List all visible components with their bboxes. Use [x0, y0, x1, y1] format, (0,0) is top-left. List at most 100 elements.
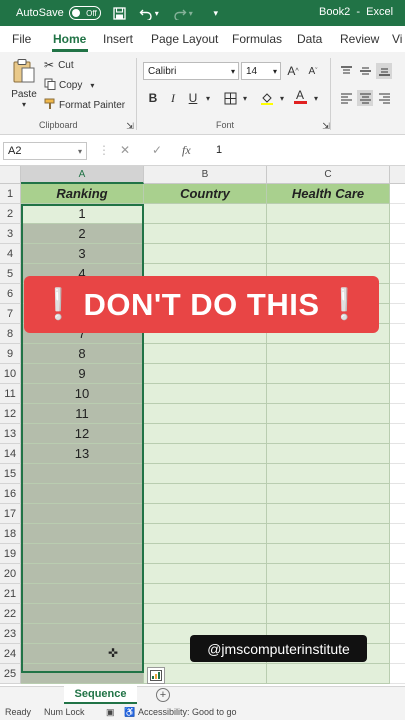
- header-cell[interactable]: Health Care: [267, 184, 390, 204]
- ranking-cell[interactable]: [21, 484, 144, 504]
- health-care-cell[interactable]: [267, 524, 390, 544]
- health-care-cell[interactable]: [267, 504, 390, 524]
- row-header[interactable]: 10: [0, 364, 21, 384]
- empty-cell[interactable]: [390, 644, 405, 664]
- column-header-b[interactable]: B: [144, 166, 267, 184]
- tab-home[interactable]: Home: [53, 32, 86, 46]
- health-care-cell[interactable]: [267, 584, 390, 604]
- add-sheet-button[interactable]: +: [156, 688, 170, 702]
- ranking-cell[interactable]: 1: [21, 204, 144, 224]
- row-header[interactable]: 18: [0, 524, 21, 544]
- column-header-c[interactable]: C: [267, 166, 390, 184]
- row-header[interactable]: 16: [0, 484, 21, 504]
- country-cell[interactable]: [144, 584, 267, 604]
- empty-cell[interactable]: [390, 444, 405, 464]
- font-name-select[interactable]: Calibri ▾: [143, 62, 239, 80]
- empty-cell[interactable]: [390, 484, 405, 504]
- tab-data[interactable]: Data: [297, 32, 322, 46]
- row-header[interactable]: 2: [0, 204, 21, 224]
- health-care-cell[interactable]: [267, 424, 390, 444]
- font-size-select[interactable]: 14 ▾: [241, 62, 281, 80]
- row-header[interactable]: 6: [0, 284, 21, 304]
- bold-button[interactable]: B: [145, 90, 161, 106]
- country-cell[interactable]: [144, 364, 267, 384]
- enter-icon[interactable]: ✓: [152, 143, 162, 157]
- empty-cell[interactable]: [390, 264, 405, 284]
- header-cell[interactable]: Country: [144, 184, 267, 204]
- health-care-cell[interactable]: [267, 664, 390, 684]
- paste-button[interactable]: Paste ▾: [9, 58, 39, 109]
- undo-icon[interactable]: [139, 6, 153, 20]
- fill-color-icon[interactable]: [259, 90, 275, 106]
- empty-cell[interactable]: [390, 204, 405, 224]
- quick-analysis-icon[interactable]: [147, 667, 165, 684]
- row-header[interactable]: 13: [0, 424, 21, 444]
- format-painter-button[interactable]: Format Painter: [44, 98, 125, 113]
- health-care-cell[interactable]: [267, 384, 390, 404]
- country-cell[interactable]: [144, 604, 267, 624]
- ranking-cell[interactable]: 13: [21, 444, 144, 464]
- font-launcher-icon[interactable]: ⇲: [318, 118, 334, 134]
- empty-cell[interactable]: [390, 464, 405, 484]
- ranking-cell[interactable]: [21, 624, 144, 644]
- row-header[interactable]: 14: [0, 444, 21, 464]
- tab-insert[interactable]: Insert: [103, 32, 133, 46]
- decrease-font-size-icon[interactable]: Aˇ: [305, 63, 321, 79]
- ranking-cell[interactable]: 8: [21, 344, 144, 364]
- macro-record-icon[interactable]: ▣: [106, 707, 115, 718]
- row-header[interactable]: 1: [0, 184, 21, 204]
- empty-cell[interactable]: [390, 544, 405, 564]
- empty-cell[interactable]: [390, 404, 405, 424]
- empty-cell[interactable]: [390, 424, 405, 444]
- ranking-cell[interactable]: 10: [21, 384, 144, 404]
- align-middle-icon[interactable]: [357, 63, 373, 79]
- ranking-cell[interactable]: [21, 644, 144, 664]
- undo-dropdown-icon[interactable]: ▾: [153, 6, 161, 20]
- country-cell[interactable]: [144, 484, 267, 504]
- increase-font-size-icon[interactable]: A ^: [285, 63, 301, 79]
- align-right-icon[interactable]: [376, 90, 392, 106]
- country-cell[interactable]: [144, 424, 267, 444]
- ranking-cell[interactable]: [21, 464, 144, 484]
- country-cell[interactable]: [144, 504, 267, 524]
- column-header-d[interactable]: [390, 166, 405, 184]
- health-care-cell[interactable]: [267, 484, 390, 504]
- row-header[interactable]: 17: [0, 504, 21, 524]
- empty-cell[interactable]: [390, 504, 405, 524]
- row-header[interactable]: 24: [0, 644, 21, 664]
- select-all-corner[interactable]: [0, 166, 21, 184]
- row-header[interactable]: 22: [0, 604, 21, 624]
- font-color-dropdown-icon[interactable]: ▾: [308, 90, 324, 106]
- paste-dropdown-icon[interactable]: ▾: [22, 100, 26, 109]
- accessibility-icon[interactable]: ♿: [124, 707, 135, 718]
- health-care-cell[interactable]: [267, 204, 390, 224]
- country-cell[interactable]: [144, 464, 267, 484]
- empty-cell[interactable]: [390, 564, 405, 584]
- ranking-cell[interactable]: 3: [21, 244, 144, 264]
- health-care-cell[interactable]: [267, 564, 390, 584]
- ranking-cell[interactable]: [21, 604, 144, 624]
- row-header[interactable]: 7: [0, 304, 21, 324]
- row-header[interactable]: 8: [0, 324, 21, 344]
- empty-cell[interactable]: [390, 344, 405, 364]
- health-care-cell[interactable]: [267, 464, 390, 484]
- health-care-cell[interactable]: [267, 224, 390, 244]
- ranking-cell[interactable]: [21, 544, 144, 564]
- country-cell[interactable]: [144, 244, 267, 264]
- ranking-cell[interactable]: [21, 504, 144, 524]
- tab-formulas[interactable]: Formulas: [232, 32, 282, 46]
- font-color-button[interactable]: A: [292, 88, 308, 104]
- header-cell[interactable]: Ranking: [21, 184, 144, 204]
- tab-page-layout[interactable]: Page Layout: [151, 32, 218, 46]
- autosave-toggle[interactable]: Off: [68, 6, 101, 20]
- underline-dropdown-icon[interactable]: ▾: [200, 90, 216, 106]
- empty-cell[interactable]: [390, 284, 405, 304]
- insert-function-icon[interactable]: fx: [182, 143, 191, 158]
- customize-quick-access-icon[interactable]: ▾: [209, 6, 223, 20]
- country-cell[interactable]: [144, 384, 267, 404]
- row-header[interactable]: 4: [0, 244, 21, 264]
- ranking-cell[interactable]: [21, 564, 144, 584]
- tab-review[interactable]: Review: [340, 32, 379, 46]
- empty-cell[interactable]: [390, 304, 405, 324]
- formula-input[interactable]: 1: [216, 144, 222, 156]
